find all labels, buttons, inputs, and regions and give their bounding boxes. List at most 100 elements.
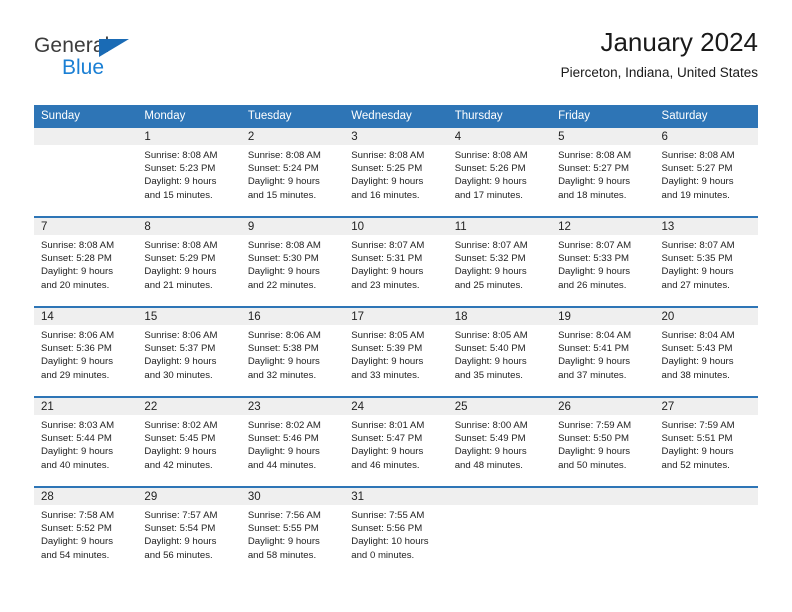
calendar-day-cell[interactable]: 11 Sunrise: 8:07 AM Sunset: 5:32 PM Dayligh… — [447, 218, 552, 306]
page-header: General Blue January 2024 Pierceton, Ind… — [34, 26, 758, 98]
day-sun-info: Sunrise: 8:04 AM Sunset: 5:41 PM Daylight:… — [551, 325, 654, 382]
day-number: 13 — [654, 218, 758, 235]
calendar-day-cell[interactable]: 3 Sunrise: 8:08 AM Sunset: 5:25 PM Daylight… — [344, 128, 448, 216]
general-blue-logo: General Blue — [34, 34, 234, 84]
day-number: 16 — [240, 308, 345, 325]
day-number: 4 — [447, 128, 552, 145]
daylight-text-line1: Daylight: 9 hours — [454, 176, 527, 188]
calendar-day-cell-empty — [34, 128, 138, 216]
calendar-day-cell[interactable]: 19 Sunrise: 8:04 AM Sunset: 5:41 PM Dayligh… — [551, 308, 655, 396]
day-sun-info: Sunrise: 8:07 AM Sunset: 5:31 PM Daylight:… — [344, 235, 447, 292]
calendar-day-cell[interactable]: 1 Sunrise: 8:08 AM Sunset: 5:23 PM Daylight… — [137, 128, 241, 216]
calendar-day-cell[interactable]: 20 Sunrise: 8:04 AM Sunset: 5:43 PM Dayligh… — [654, 308, 758, 396]
calendar-day-cell[interactable]: 2 Sunrise: 8:08 AM Sunset: 5:24 PM Daylight… — [240, 128, 345, 216]
calendar-day-cell[interactable]: 15 Sunrise: 8:06 AM Sunset: 5:37 PM Dayligh… — [137, 308, 241, 396]
daylight-text-line2: and 25 minutes. — [454, 279, 523, 291]
day-sun-info: Sunrise: 8:08 AM Sunset: 5:28 PM Daylight:… — [34, 235, 137, 292]
daylight-text-line1: Daylight: 9 hours — [144, 446, 217, 458]
sunrise-text: Sunrise: 8:07 AM — [351, 240, 425, 251]
sunset-text: Sunset: 5:27 PM — [558, 163, 630, 175]
day-sun-info: Sunrise: 7:55 AM Sunset: 5:56 PM Daylight:… — [344, 505, 447, 562]
calendar-week-row: 21 Sunrise: 8:03 AM Sunset: 5:44 PM Dayligh… — [34, 396, 758, 486]
sunrise-text: Sunrise: 8:05 AM — [454, 330, 528, 341]
calendar-day-cell[interactable]: 29 Sunrise: 7:57 AM Sunset: 5:54 PM Dayligh… — [137, 488, 241, 576]
daylight-text-line2: and 29 minutes. — [41, 369, 110, 381]
sunset-text: Sunset: 5:56 PM — [351, 523, 423, 535]
calendar-day-cell[interactable]: 18 Sunrise: 8:05 AM Sunset: 5:40 PM Dayligh… — [447, 308, 552, 396]
calendar-day-cell[interactable]: 21 Sunrise: 8:03 AM Sunset: 5:44 PM Dayligh… — [34, 398, 138, 486]
calendar-day-cell[interactable]: 6 Sunrise: 8:08 AM Sunset: 5:27 PM Daylight… — [654, 128, 758, 216]
calendar-day-cell[interactable]: 27 Sunrise: 7:59 AM Sunset: 5:51 PM Dayligh… — [654, 398, 758, 486]
sunset-text: Sunset: 5:43 PM — [661, 343, 733, 355]
daylight-text-line2: and 52 minutes. — [661, 459, 730, 471]
sunset-text: Sunset: 5:51 PM — [661, 433, 733, 445]
sunrise-text: Sunrise: 8:08 AM — [41, 240, 115, 251]
daylight-text-line1: Daylight: 9 hours — [144, 176, 217, 188]
calendar-day-cell[interactable]: 13 Sunrise: 8:07 AM Sunset: 5:35 PM Dayligh… — [654, 218, 758, 306]
day-number: 26 — [551, 398, 655, 415]
sunrise-text: Sunrise: 7:57 AM — [144, 510, 218, 521]
day-number: 12 — [551, 218, 655, 235]
calendar-day-cell[interactable]: 5 Sunrise: 8:08 AM Sunset: 5:27 PM Daylight… — [551, 128, 655, 216]
weekday-header-row: Sunday Monday Tuesday Wednesday Thursday… — [34, 105, 758, 128]
sunset-text: Sunset: 5:23 PM — [144, 163, 216, 175]
day-number — [447, 488, 552, 505]
calendar-day-cell-empty — [551, 488, 655, 576]
day-number: 15 — [137, 308, 241, 325]
daylight-text-line2: and 18 minutes. — [558, 189, 627, 201]
calendar-day-cell[interactable]: 9 Sunrise: 8:08 AM Sunset: 5:30 PM Daylight… — [240, 218, 345, 306]
sunrise-text: Sunrise: 8:02 AM — [144, 420, 218, 431]
daylight-text-line2: and 40 minutes. — [41, 459, 110, 471]
daylight-text-line1: Daylight: 9 hours — [247, 266, 320, 278]
day-number: 7 — [34, 218, 138, 235]
day-sun-info: Sunrise: 8:08 AM Sunset: 5:24 PM Daylight:… — [241, 145, 344, 202]
day-sun-info: Sunrise: 8:02 AM Sunset: 5:46 PM Daylight:… — [241, 415, 344, 472]
sunset-text: Sunset: 5:37 PM — [144, 343, 216, 355]
daylight-text-line2: and 19 minutes. — [661, 189, 730, 201]
calendar-day-cell[interactable]: 16 Sunrise: 8:06 AM Sunset: 5:38 PM Dayligh… — [240, 308, 345, 396]
daylight-text-line1: Daylight: 9 hours — [247, 356, 320, 368]
daylight-text-line2: and 22 minutes. — [247, 279, 317, 291]
weekday-header-sunday: Sunday — [41, 110, 81, 122]
calendar-day-cell[interactable]: 31 Sunrise: 7:55 AM Sunset: 5:56 PM Dayligh… — [344, 488, 448, 576]
daylight-text-line1: Daylight: 9 hours — [41, 536, 113, 548]
day-sun-info: Sunrise: 8:07 AM Sunset: 5:35 PM Daylight:… — [655, 235, 758, 292]
daylight-text-line2: and 35 minutes. — [454, 369, 523, 381]
calendar-day-cell[interactable]: 24 Sunrise: 8:01 AM Sunset: 5:47 PM Dayligh… — [344, 398, 448, 486]
calendar-day-cell[interactable]: 26 Sunrise: 7:59 AM Sunset: 5:50 PM Dayligh… — [551, 398, 655, 486]
page-title: January 2024 — [600, 27, 758, 57]
logo-text-blue: Blue — [62, 56, 105, 79]
calendar-day-cell[interactable]: 8 Sunrise: 8:08 AM Sunset: 5:29 PM Daylight… — [137, 218, 241, 306]
sunrise-text: Sunrise: 8:02 AM — [247, 420, 321, 431]
daylight-text-line1: Daylight: 9 hours — [558, 176, 631, 188]
sunrise-text: Sunrise: 8:01 AM — [351, 420, 425, 431]
calendar-day-cell[interactable]: 10 Sunrise: 8:07 AM Sunset: 5:31 PM Dayligh… — [344, 218, 448, 306]
daylight-text-line1: Daylight: 9 hours — [41, 266, 113, 278]
day-number: 25 — [447, 398, 552, 415]
sunrise-text: Sunrise: 8:04 AM — [558, 330, 632, 341]
day-sun-info: Sunrise: 7:57 AM Sunset: 5:54 PM Daylight:… — [137, 505, 240, 562]
sunset-text: Sunset: 5:31 PM — [351, 253, 423, 265]
daylight-text-line1: Daylight: 9 hours — [454, 266, 527, 278]
calendar-day-cell[interactable]: 17 Sunrise: 8:05 AM Sunset: 5:39 PM Dayligh… — [344, 308, 448, 396]
calendar-day-cell[interactable]: 22 Sunrise: 8:02 AM Sunset: 5:45 PM Dayligh… — [137, 398, 241, 486]
daylight-text-line2: and 21 minutes. — [144, 279, 213, 291]
calendar-day-cell[interactable]: 30 Sunrise: 7:56 AM Sunset: 5:55 PM Dayligh… — [240, 488, 345, 576]
calendar-day-cell[interactable]: 23 Sunrise: 8:02 AM Sunset: 5:46 PM Dayligh… — [240, 398, 345, 486]
calendar-day-cell[interactable]: 14 Sunrise: 8:06 AM Sunset: 5:36 PM Dayligh… — [34, 308, 138, 396]
daylight-text-line2: and 15 minutes. — [144, 189, 213, 201]
sunrise-text: Sunrise: 8:07 AM — [661, 240, 735, 251]
calendar-day-cell[interactable]: 7 Sunrise: 8:08 AM Sunset: 5:28 PM Daylight… — [34, 218, 138, 306]
day-sun-info: Sunrise: 8:00 AM Sunset: 5:49 PM Daylight:… — [448, 415, 551, 472]
day-number: 3 — [344, 128, 448, 145]
day-sun-info: Sunrise: 8:05 AM Sunset: 5:40 PM Daylight:… — [448, 325, 551, 382]
daylight-text-line2: and 54 minutes. — [41, 549, 110, 561]
day-number: 23 — [240, 398, 345, 415]
calendar-day-cell[interactable]: 25 Sunrise: 8:00 AM Sunset: 5:49 PM Dayligh… — [447, 398, 552, 486]
daylight-text-line2: and 32 minutes. — [247, 369, 317, 381]
calendar-day-cell[interactable]: 12 Sunrise: 8:07 AM Sunset: 5:33 PM Dayligh… — [551, 218, 655, 306]
daylight-text-line2: and 0 minutes. — [351, 549, 415, 561]
sunset-text: Sunset: 5:36 PM — [41, 343, 112, 355]
calendar-day-cell[interactable]: 4 Sunrise: 8:08 AM Sunset: 5:26 PM Daylight… — [447, 128, 552, 216]
calendar-day-cell[interactable]: 28 Sunrise: 7:58 AM Sunset: 5:52 PM Dayligh… — [34, 488, 138, 576]
